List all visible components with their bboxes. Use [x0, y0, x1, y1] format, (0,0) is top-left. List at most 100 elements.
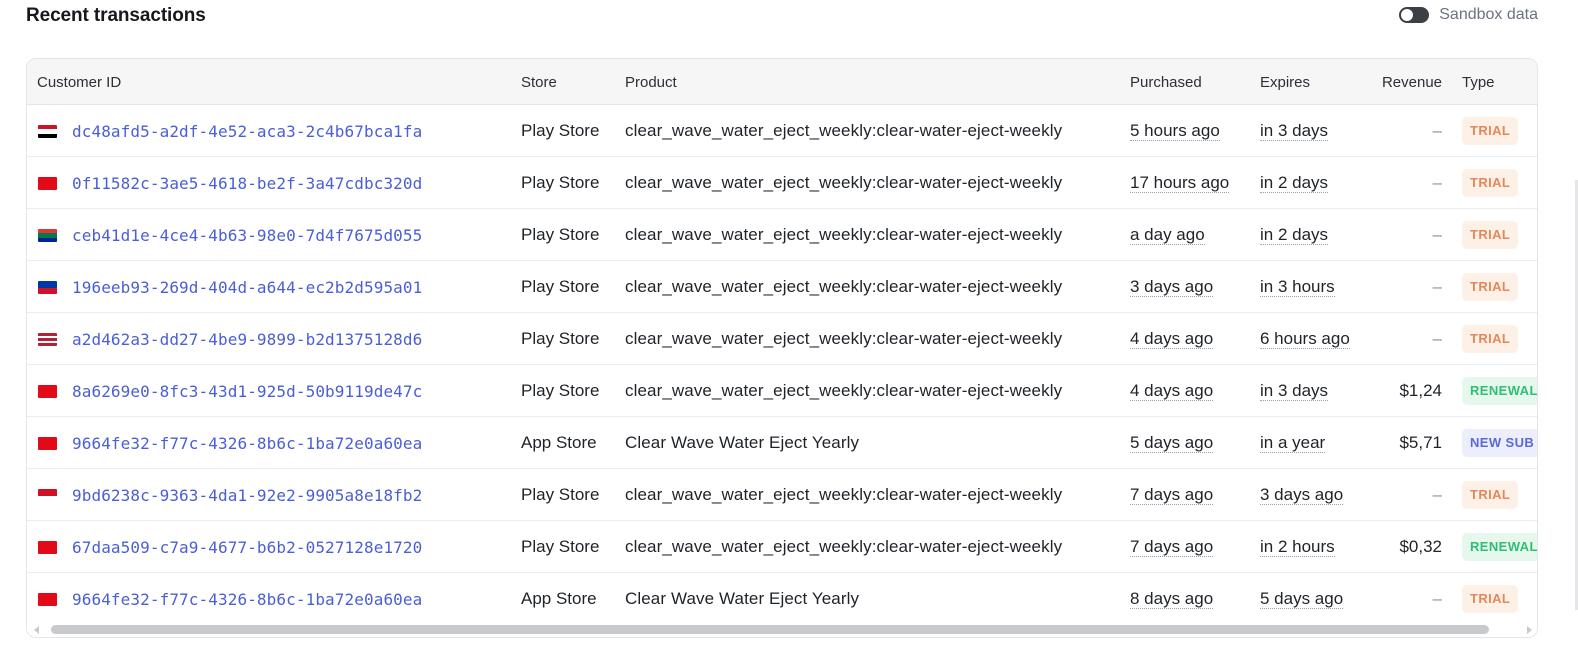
purchased-date[interactable]: 7 days ago [1130, 537, 1214, 557]
customer-id-link[interactable]: 9664fe32-f77c-4326-8b6c-1ba72e0a60ea [72, 590, 422, 609]
expires-date[interactable]: in a year [1260, 433, 1326, 453]
column-header-customer-id[interactable]: Customer ID [37, 74, 121, 91]
revenue-cell: – [1432, 173, 1442, 192]
store-cell: Play Store [521, 485, 600, 504]
customer-id-link[interactable]: dc48afd5-a2df-4e52-aca3-2c4b67bca1fa [72, 122, 422, 141]
table-row[interactable]: 9664fe32-f77c-4326-8b6c-1ba72e0a60ea App … [27, 417, 1537, 469]
store-cell: Play Store [521, 277, 600, 296]
table-row[interactable]: a2d462a3-dd27-4be9-9899-b2d1375128d6 Play… [27, 313, 1537, 365]
revenue-cell: $0,32 [1399, 537, 1442, 556]
customer-id-link[interactable]: 0f11582c-3ae5-4618-be2f-3a47cdbc320d [72, 174, 422, 193]
revenue-cell: – [1432, 225, 1442, 244]
revenue-cell: – [1432, 329, 1442, 348]
customer-id-link[interactable]: 196eeb93-269d-404d-a644-ec2b2d595a01 [72, 278, 422, 297]
purchased-cell: 17 hours ago [1130, 173, 1230, 193]
expires-cell: in 3 days [1260, 381, 1329, 401]
product-cell: clear_wave_water_eject_weekly:clear-wate… [625, 329, 1063, 348]
table-row[interactable]: 67daa509-c7a9-4677-b6b2-0527128e1720 Play… [27, 521, 1537, 573]
customer-id-link[interactable]: ceb41d1e-4ce4-4b63-98e0-7d4f7675d055 [72, 226, 422, 245]
store-cell: Play Store [521, 173, 600, 192]
purchased-date[interactable]: a day ago [1130, 225, 1205, 245]
column-header-purchased[interactable]: Purchased [1130, 74, 1202, 91]
horizontal-scrollbar[interactable] [27, 623, 1537, 637]
expires-date[interactable]: in 2 days [1260, 225, 1329, 245]
type-badge: TRIAL [1462, 325, 1519, 353]
expires-date[interactable]: in 2 hours [1260, 537, 1335, 557]
table-row[interactable]: 9bd6238c-9363-4da1-92e2-9905a8e18fb2 Play… [27, 469, 1537, 521]
purchased-date[interactable]: 5 days ago [1130, 433, 1214, 453]
scroll-right-arrow-icon[interactable] [1527, 626, 1532, 634]
type-badge: TRIAL [1462, 481, 1519, 509]
product-cell: clear_wave_water_eject_weekly:clear-wate… [625, 225, 1063, 244]
revenue-cell: $1,24 [1399, 381, 1442, 400]
product-cell: clear_wave_water_eject_weekly:clear-wate… [625, 537, 1063, 556]
type-badge: RENEWAL [1462, 533, 1537, 561]
customer-id-link[interactable]: 9bd6238c-9363-4da1-92e2-9905a8e18fb2 [72, 486, 422, 505]
column-header-expires[interactable]: Expires [1260, 74, 1310, 91]
purchased-cell: 5 days ago [1130, 433, 1214, 453]
expires-date[interactable]: in 3 days [1260, 121, 1329, 141]
table-header: Customer ID Store Product Purchased Expi… [27, 59, 1537, 105]
customer-id-link[interactable]: 9664fe32-f77c-4326-8b6c-1ba72e0a60ea [72, 434, 422, 453]
expires-cell: in 2 hours [1260, 537, 1335, 557]
table-row[interactable]: 0f11582c-3ae5-4618-be2f-3a47cdbc320d Play… [27, 157, 1537, 209]
expires-cell: in 2 days [1260, 225, 1329, 245]
purchased-cell: 3 days ago [1130, 277, 1214, 297]
purchased-date[interactable]: 4 days ago [1130, 381, 1214, 401]
purchased-cell: a day ago [1130, 225, 1205, 245]
column-header-type[interactable]: Type [1462, 74, 1495, 91]
table-row[interactable]: 9664fe32-f77c-4326-8b6c-1ba72e0a60ea App … [27, 573, 1537, 625]
country-flag-icon [38, 229, 57, 242]
expires-cell: in 2 days [1260, 173, 1329, 193]
product-cell: clear_wave_water_eject_weekly:clear-wate… [625, 485, 1063, 504]
page-header: Recent transactions Sandbox data [26, 0, 1538, 36]
store-cell: App Store [521, 589, 597, 608]
purchased-date[interactable]: 17 hours ago [1130, 173, 1230, 193]
table-row[interactable]: ceb41d1e-4ce4-4b63-98e0-7d4f7675d055 Play… [27, 209, 1537, 261]
purchased-date[interactable]: 7 days ago [1130, 485, 1214, 505]
purchased-date[interactable]: 8 days ago [1130, 589, 1214, 609]
sandbox-data-label: Sandbox data [1439, 6, 1538, 23]
scrollbar-thumb[interactable] [51, 625, 1489, 634]
country-flag-icon [38, 177, 57, 190]
expires-date[interactable]: 6 hours ago [1260, 329, 1350, 349]
expires-date[interactable]: 3 days ago [1260, 485, 1344, 505]
country-flag-icon [38, 333, 57, 346]
type-badge: NEW SUB [1462, 429, 1537, 457]
purchased-date[interactable]: 5 hours ago [1130, 121, 1220, 141]
expires-date[interactable]: in 3 days [1260, 381, 1329, 401]
expires-date[interactable]: in 3 hours [1260, 277, 1335, 297]
expires-date[interactable]: in 2 days [1260, 173, 1329, 193]
expires-cell: 3 days ago [1260, 485, 1344, 505]
country-flag-icon [38, 593, 57, 606]
table-row[interactable]: dc48afd5-a2df-4e52-aca3-2c4b67bca1fa Play… [27, 105, 1537, 157]
customer-id-link[interactable]: 67daa509-c7a9-4677-b6b2-0527128e1720 [72, 538, 422, 557]
toggle-knob [1401, 9, 1414, 21]
product-cell: clear_wave_water_eject_weekly:clear-wate… [625, 381, 1063, 400]
purchased-date[interactable]: 3 days ago [1130, 277, 1214, 297]
store-cell: Play Store [521, 537, 600, 556]
expires-cell: in 3 days [1260, 121, 1329, 141]
column-header-revenue[interactable]: Revenue [1382, 74, 1442, 91]
type-badge: TRIAL [1462, 221, 1519, 249]
country-flag-icon [38, 437, 57, 450]
column-header-product[interactable]: Product [625, 74, 677, 91]
column-header-store[interactable]: Store [521, 74, 557, 91]
store-cell: Play Store [521, 381, 600, 400]
country-flag-icon [38, 281, 57, 294]
scroll-left-arrow-icon[interactable] [34, 626, 39, 634]
purchased-date[interactable]: 4 days ago [1130, 329, 1214, 349]
product-cell: Clear Wave Water Eject Yearly [625, 589, 860, 608]
customer-id-link[interactable]: a2d462a3-dd27-4be9-9899-b2d1375128d6 [72, 330, 422, 349]
revenue-cell: – [1432, 485, 1442, 504]
sandbox-data-toggle[interactable]: Sandbox data [1399, 6, 1538, 24]
expires-cell: in a year [1260, 433, 1326, 453]
purchased-cell: 5 hours ago [1130, 121, 1220, 141]
customer-id-link[interactable]: 8a6269e0-8fc3-43d1-925d-50b9119de47c [72, 382, 422, 401]
product-cell: clear_wave_water_eject_weekly:clear-wate… [625, 121, 1063, 140]
toggle-switch[interactable] [1399, 7, 1430, 23]
table-row[interactable]: 196eeb93-269d-404d-a644-ec2b2d595a01 Play… [27, 261, 1537, 313]
expires-date[interactable]: 5 days ago [1260, 589, 1344, 609]
store-cell: Play Store [521, 225, 600, 244]
table-row[interactable]: 8a6269e0-8fc3-43d1-925d-50b9119de47c Play… [27, 365, 1537, 417]
